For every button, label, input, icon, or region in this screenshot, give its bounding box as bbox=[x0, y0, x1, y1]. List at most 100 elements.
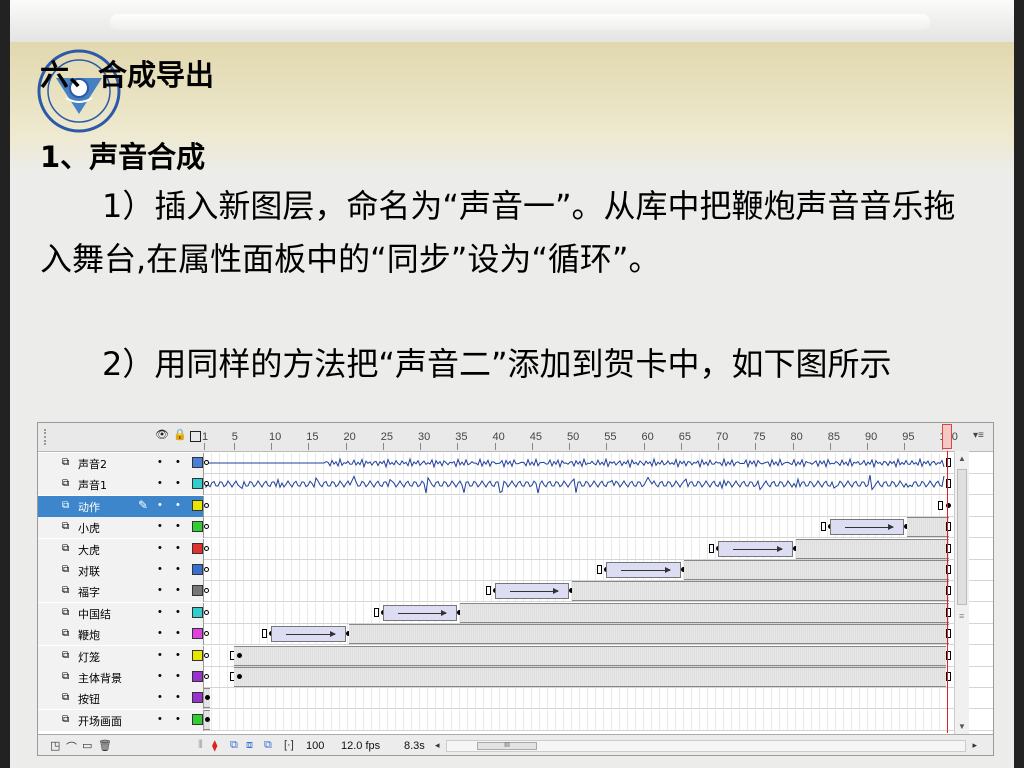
lock-toggle[interactable]: • bbox=[176, 584, 180, 596]
modify-markers-icon[interactable]: [·] bbox=[284, 739, 294, 751]
layer-outline-color[interactable] bbox=[192, 585, 203, 597]
layer-name[interactable]: 按钮 bbox=[78, 691, 100, 707]
layer-outline-color[interactable] bbox=[192, 478, 203, 490]
visibility-toggle[interactable]: • bbox=[158, 542, 162, 554]
visibility-toggle[interactable]: • bbox=[158, 477, 162, 489]
edit-multiple-frames-icon[interactable]: ⧉ bbox=[264, 739, 272, 752]
layer-frames[interactable] bbox=[204, 538, 951, 559]
timeline-layer-row[interactable]: ⧉ 声音2 • • bbox=[38, 453, 993, 474]
panel-menu-icon[interactable]: ▾≡ bbox=[973, 430, 984, 441]
panel-grip[interactable] bbox=[44, 429, 52, 445]
lock-toggle[interactable]: • bbox=[176, 563, 180, 575]
scroll-left-icon[interactable]: ◂ bbox=[435, 740, 440, 751]
lock-toggle[interactable]: • bbox=[176, 542, 180, 554]
lock-toggle[interactable]: • bbox=[176, 691, 180, 703]
timeline-layer-row[interactable]: ⧉ 小虎 • • bbox=[38, 517, 993, 539]
layer-name-cell[interactable]: ⧉ 声音2 • • bbox=[38, 453, 204, 474]
visibility-toggle[interactable]: • bbox=[158, 499, 162, 511]
timeline-layer-row[interactable]: ⧉ 对联 • • bbox=[38, 560, 993, 581]
scroll-up-icon[interactable]: ▲ bbox=[958, 454, 966, 463]
visibility-toggle[interactable]: • bbox=[158, 691, 162, 703]
lock-toggle[interactable]: • bbox=[176, 499, 180, 511]
timeline-layer-row[interactable]: ⧉ 灯笼 • • bbox=[38, 645, 993, 667]
layer-frames[interactable] bbox=[204, 602, 951, 623]
visibility-toggle[interactable]: • bbox=[158, 563, 162, 575]
layer-name[interactable]: 开场画面 bbox=[78, 713, 122, 729]
visibility-toggle[interactable]: • bbox=[158, 713, 162, 725]
layer-name-cell[interactable]: ⧉ 声音1 • • bbox=[38, 474, 204, 496]
lock-toggle[interactable]: • bbox=[176, 456, 180, 468]
layer-name-cell[interactable]: ⧉ 大虎 • • bbox=[38, 538, 204, 560]
timeline-vertical-scrollbar[interactable]: ▲ ≡ ▼ bbox=[954, 451, 969, 734]
layer-name-cell[interactable]: ⧉ 灯笼 • • bbox=[38, 645, 204, 667]
layer-name[interactable]: 鞭炮 bbox=[78, 627, 100, 643]
layer-outline-color[interactable] bbox=[192, 606, 203, 618]
resize-grip-icon[interactable]: ⦀ bbox=[198, 739, 203, 752]
timeline-layer-row[interactable]: ⧉ 按钮 • • bbox=[38, 688, 993, 710]
layer-outline-color[interactable] bbox=[192, 649, 203, 661]
scroll-down-icon[interactable]: ▼ bbox=[958, 722, 966, 731]
add-motion-guide-icon[interactable]: ⌒ bbox=[66, 739, 77, 755]
layer-name-cell[interactable]: ⧉ 开场画面 • • bbox=[38, 709, 204, 731]
layer-name-cell[interactable]: ⧉ 主体背景 • • bbox=[38, 667, 204, 688]
layer-name-cell[interactable]: ⧉ 小虎 • • bbox=[38, 517, 204, 539]
layer-name[interactable]: 灯笼 bbox=[78, 649, 100, 665]
layer-outline-color[interactable] bbox=[192, 628, 203, 640]
layer-name-cell[interactable]: ⧉ 鞭炮 • • bbox=[38, 624, 204, 646]
layer-name[interactable]: 对联 bbox=[78, 563, 100, 579]
timeline-layer-row[interactable]: ⧉ 大虎 • • bbox=[38, 538, 993, 560]
layer-frames[interactable] bbox=[204, 688, 949, 709]
layer-outline-color[interactable] bbox=[192, 499, 203, 511]
layer-name[interactable]: 大虎 bbox=[78, 542, 100, 558]
timeline-layer-row[interactable]: ⧉ 主体背景 • • bbox=[38, 667, 993, 688]
scroll-right-icon[interactable]: ▸ bbox=[972, 740, 977, 751]
new-layer-icon[interactable]: ◳ bbox=[50, 739, 60, 752]
layer-frames[interactable] bbox=[204, 560, 951, 580]
new-folder-icon[interactable]: ▭ bbox=[82, 739, 92, 752]
hscroll-thumb[interactable]: III bbox=[477, 742, 537, 750]
layer-frames[interactable] bbox=[204, 495, 951, 516]
lock-toggle[interactable]: • bbox=[176, 670, 180, 682]
layer-outline-color[interactable] bbox=[192, 457, 203, 468]
lock-toggle[interactable]: • bbox=[176, 627, 180, 639]
frame-ruler[interactable]: 1510152025303540455055606570758085909510… bbox=[202, 423, 958, 451]
frame-rate[interactable]: 12.0 fps bbox=[341, 740, 380, 752]
layer-name[interactable]: 声音1 bbox=[78, 477, 107, 493]
lock-icon[interactable]: 🔒 bbox=[173, 429, 187, 441]
timeline-layer-row[interactable]: ⧉ 中国结 • • bbox=[38, 602, 993, 624]
visibility-toggle[interactable]: • bbox=[158, 456, 162, 468]
layer-frames[interactable] bbox=[204, 709, 949, 730]
layer-outline-color[interactable] bbox=[192, 671, 203, 682]
layer-frames[interactable] bbox=[204, 624, 951, 645]
layer-name-cell[interactable]: ⧉ 中国结 • • bbox=[38, 602, 204, 624]
lock-toggle[interactable]: • bbox=[176, 606, 180, 618]
timeline-layer-row[interactable]: ⧉ 开场画面 • • bbox=[38, 709, 993, 731]
visibility-toggle[interactable]: • bbox=[158, 670, 162, 682]
layer-name-cell[interactable]: ⧉ 动作 ✎ • • bbox=[38, 495, 204, 517]
visibility-toggle[interactable]: • bbox=[158, 606, 162, 618]
visibility-toggle[interactable]: • bbox=[158, 627, 162, 639]
lock-toggle[interactable]: • bbox=[176, 649, 180, 661]
outline-icon[interactable] bbox=[190, 431, 201, 442]
visibility-toggle[interactable]: • bbox=[158, 520, 162, 532]
layer-frames[interactable] bbox=[204, 667, 951, 687]
timeline-layer-row[interactable]: ⧉ 鞭炮 • • bbox=[38, 624, 993, 646]
timeline-horizontal-scrollbar[interactable]: ◂ III ▸ bbox=[435, 740, 977, 752]
delete-layer-icon[interactable]: 🗑 bbox=[98, 739, 112, 752]
onion-outline-icon[interactable]: ⧈ bbox=[246, 739, 253, 752]
layer-outline-color[interactable] bbox=[192, 521, 203, 533]
layer-frames[interactable] bbox=[204, 474, 951, 495]
layer-name-cell[interactable]: ⧉ 对联 • • bbox=[38, 560, 204, 581]
eye-icon[interactable]: 👁 bbox=[155, 429, 169, 441]
layer-name[interactable]: 动作 bbox=[78, 499, 100, 515]
timeline-layer-row[interactable]: ⧉ 动作 ✎ • • bbox=[38, 495, 993, 517]
onion-skin-icon[interactable]: ⧉ bbox=[230, 739, 238, 752]
layer-name[interactable]: 福字 bbox=[78, 584, 100, 600]
scroll-thumb[interactable] bbox=[957, 469, 967, 605]
center-frame-icon[interactable]: ⧫ bbox=[212, 739, 217, 752]
layer-name[interactable]: 小虎 bbox=[78, 520, 100, 536]
layer-outline-color[interactable] bbox=[192, 542, 203, 554]
layer-outline-color[interactable] bbox=[192, 564, 203, 575]
timeline-layer-row[interactable]: ⧉ 声音1 • • bbox=[38, 474, 993, 496]
layer-outline-color[interactable] bbox=[192, 713, 203, 725]
